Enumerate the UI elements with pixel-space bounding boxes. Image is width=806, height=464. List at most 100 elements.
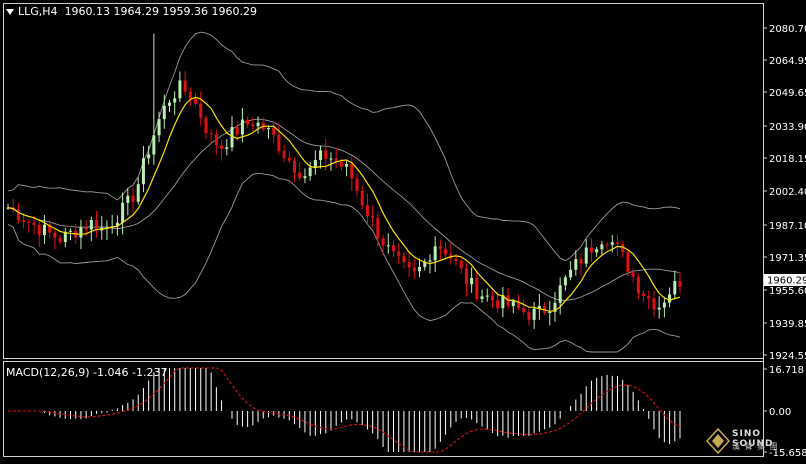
candle-body bbox=[595, 249, 599, 253]
candle-body bbox=[32, 222, 36, 225]
candle-body bbox=[308, 167, 312, 177]
candle-body bbox=[365, 205, 369, 217]
candle-body bbox=[386, 245, 390, 247]
candle-body bbox=[235, 127, 239, 135]
dropdown-triangle-icon[interactable] bbox=[6, 9, 14, 15]
candle-body bbox=[615, 242, 619, 245]
chart-canvas[interactable]: 2080.70 2064.95 2049.65 2033.90 2018.15 2002.… bbox=[0, 0, 806, 460]
price-tick-label: 2002.40 bbox=[769, 187, 806, 198]
candle-body bbox=[313, 159, 317, 168]
candle-body bbox=[256, 122, 260, 127]
moving-average bbox=[7, 96, 681, 312]
candle-body bbox=[355, 178, 359, 192]
candle-body bbox=[162, 105, 166, 120]
candle-body bbox=[360, 191, 364, 206]
candle-body bbox=[220, 145, 224, 149]
candle-body bbox=[293, 160, 297, 173]
candle-body bbox=[152, 135, 156, 155]
price-tick-label: 2033.90 bbox=[769, 122, 806, 133]
candle-body bbox=[319, 150, 323, 160]
candle-body bbox=[464, 268, 468, 285]
candle-body bbox=[27, 221, 31, 223]
candle-body bbox=[407, 262, 411, 268]
candle-body bbox=[657, 307, 661, 310]
candle-body bbox=[329, 158, 333, 160]
candle-body bbox=[53, 232, 57, 238]
candle-body bbox=[204, 117, 208, 134]
candle-body bbox=[95, 220, 99, 231]
price-tick-label: 2018.15 bbox=[769, 154, 806, 165]
candle-body bbox=[272, 127, 276, 135]
candle-body bbox=[589, 247, 593, 253]
candle-body bbox=[496, 300, 500, 309]
candle-body bbox=[350, 164, 354, 179]
sino-sound-logo: SINO SOUND 漢 聲 集 團 bbox=[706, 428, 806, 458]
candle-body bbox=[136, 184, 140, 202]
candle-body bbox=[324, 150, 328, 159]
candle-body bbox=[485, 295, 489, 297]
price-tick-label: 1924.55 bbox=[769, 351, 806, 362]
candle-body bbox=[251, 124, 255, 127]
candle-body bbox=[240, 119, 244, 135]
candle-body bbox=[287, 157, 291, 161]
candle-body bbox=[84, 227, 88, 230]
candle-body bbox=[58, 237, 62, 243]
candle-body bbox=[678, 281, 682, 287]
candle-body bbox=[37, 224, 41, 236]
candle-body bbox=[402, 255, 406, 263]
candle-body bbox=[433, 246, 437, 261]
candle-body bbox=[548, 311, 552, 313]
candle-body bbox=[438, 246, 442, 249]
ma-line bbox=[7, 96, 681, 312]
candle-body bbox=[345, 164, 349, 167]
candle-body bbox=[652, 298, 656, 310]
price-tick-label: 1971.35 bbox=[769, 253, 806, 264]
candle-body bbox=[636, 276, 640, 294]
current-price-label: 1960.29 bbox=[767, 276, 806, 287]
candle-body bbox=[454, 258, 458, 261]
candle-body bbox=[391, 245, 395, 252]
candle-body bbox=[668, 294, 672, 303]
candle-body bbox=[147, 154, 151, 159]
candle-body bbox=[428, 260, 432, 262]
candle-body bbox=[584, 247, 588, 264]
candle-body bbox=[266, 127, 270, 130]
price-panel-border bbox=[3, 3, 764, 359]
candle-body bbox=[42, 224, 46, 236]
candle-body bbox=[178, 80, 182, 99]
candle-body bbox=[121, 202, 125, 223]
candle-body bbox=[376, 217, 380, 239]
macd-header: MACD(12,26,9) -1.046 -1.237 bbox=[6, 366, 168, 379]
candle-body bbox=[89, 220, 93, 230]
candle-body bbox=[214, 134, 218, 146]
candle-body bbox=[475, 277, 479, 300]
candle-body bbox=[600, 244, 604, 250]
candles-group bbox=[6, 33, 682, 329]
candle-body bbox=[173, 98, 177, 103]
price-tick-label: 2064.95 bbox=[769, 56, 806, 67]
candle-body bbox=[480, 296, 484, 300]
ohlc-values: 1960.13 1964.29 1959.36 1960.29 bbox=[64, 5, 258, 18]
candle-body bbox=[558, 285, 562, 303]
candle-body bbox=[418, 266, 422, 272]
macd-tick-label: 16.718 bbox=[769, 365, 804, 376]
candle-body bbox=[563, 277, 567, 286]
symbol-timeframe: LLG,H4 bbox=[18, 5, 58, 18]
candle-body bbox=[194, 98, 198, 104]
candle-body bbox=[69, 230, 73, 232]
price-tick-label: 1939.85 bbox=[769, 319, 806, 330]
bb-upper-line bbox=[7, 31, 681, 262]
candle-body bbox=[397, 251, 401, 256]
candle-body bbox=[631, 272, 635, 277]
logo-emblem-icon bbox=[706, 428, 730, 454]
candle-body bbox=[459, 260, 463, 269]
candle-body bbox=[569, 269, 573, 278]
candle-body bbox=[157, 119, 161, 136]
candle-body bbox=[167, 102, 171, 106]
bb-lower-line bbox=[7, 172, 681, 353]
candle-body bbox=[470, 277, 474, 285]
bollinger-bands bbox=[7, 31, 681, 353]
candle-body bbox=[381, 238, 385, 246]
candle-body bbox=[527, 312, 531, 320]
candle-body bbox=[298, 172, 302, 179]
